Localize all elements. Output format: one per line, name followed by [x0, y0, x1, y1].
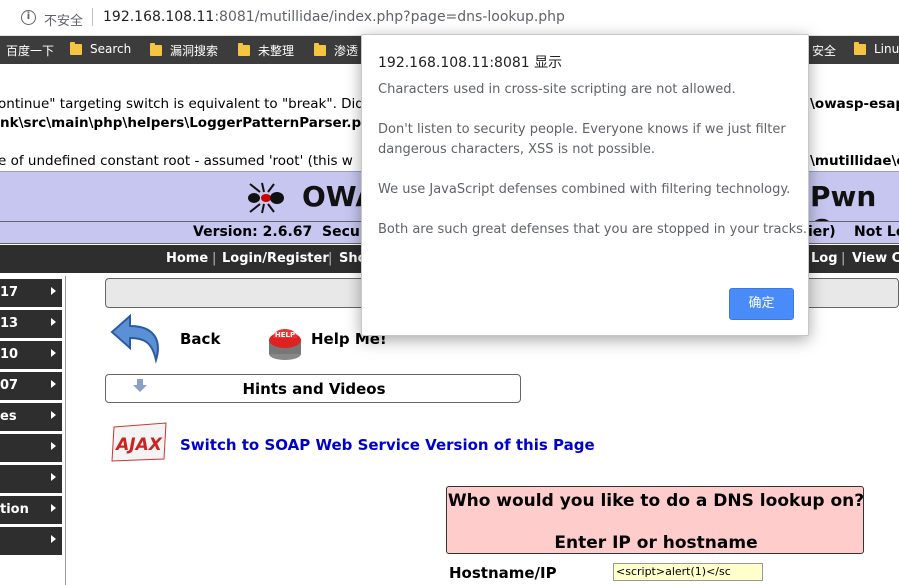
- bookmark-pentest[interactable]: 渗透: [314, 42, 358, 59]
- sidebar-item-documentation[interactable]: tion: [0, 496, 62, 524]
- chevron-right-icon: [51, 380, 56, 388]
- chevron-right-icon: [51, 411, 56, 419]
- hints-label: Hints and Videos: [242, 380, 386, 398]
- php-error-line-2: nk\src\main\php\helpers\LoggerPatternPar…: [0, 115, 381, 131]
- nav-login-register[interactable]: Login/Register: [222, 251, 329, 266]
- nav-separator: |: [328, 251, 333, 266]
- sidebar-item-owasp-2010[interactable]: 10: [0, 341, 62, 369]
- dialog-message-line: Both are such great defenses that you ar…: [378, 222, 808, 237]
- svg-text:HELP: HELP: [275, 331, 295, 339]
- folder-icon: [238, 43, 250, 56]
- login-status-text: Not Lo: [854, 224, 899, 240]
- chevron-right-icon: [51, 504, 56, 512]
- folder-icon: [854, 41, 866, 55]
- sidebar-item-6[interactable]: [0, 434, 62, 462]
- dns-question: Who would you like to do a DNS lookup on…: [447, 491, 865, 511]
- dialog-message-line: Don't listen to security people. Everyon…: [378, 122, 786, 137]
- dialog-message-line: dangerous characters, XSS is not possibl…: [378, 142, 655, 157]
- security-level-tail: ier): [808, 224, 836, 240]
- bookmark-search[interactable]: Search: [70, 41, 131, 56]
- dialog-message-line: Characters used in cross-site scripting …: [378, 82, 736, 97]
- sidebar-item-owasp-2007[interactable]: 07: [0, 372, 62, 400]
- chevron-right-icon: [51, 318, 56, 326]
- sidebar-item-owasp-2013[interactable]: 13: [0, 310, 62, 338]
- nav-separator: |: [841, 251, 846, 266]
- bookmark-vuln-search[interactable]: 漏洞搜索: [150, 42, 218, 59]
- ant-logo-icon: [248, 182, 284, 214]
- dialog-message-line: We use JavaScript defenses combined with…: [378, 182, 791, 197]
- svg-text:AJAX: AJAX: [114, 435, 163, 455]
- folder-icon: [150, 43, 162, 56]
- sidebar-item-9[interactable]: [0, 527, 62, 555]
- soap-service-link[interactable]: Switch to SOAP Web Service Version of th…: [180, 436, 595, 454]
- chevron-right-icon: [51, 473, 56, 481]
- sidebar-item-web-services[interactable]: es: [0, 403, 62, 431]
- chevron-right-icon: [51, 442, 56, 450]
- dialog-title: 192.168.108.11:8081 显示: [378, 55, 563, 71]
- bookmark-security[interactable]: 安全: [812, 42, 836, 59]
- ajax-logo-icon[interactable]: AJAX: [108, 419, 170, 465]
- hostname-input[interactable]: <script>alert(1)</sc: [613, 563, 763, 581]
- address-bar[interactable]: i 不安全 192.168.108.11:8081/mutillidae/ind…: [0, 0, 899, 36]
- nav-log[interactable]: Log: [811, 251, 838, 266]
- php-error-line-1: ontinue" targeting switch is equivalent …: [0, 96, 364, 112]
- nav-home[interactable]: Home: [166, 251, 208, 266]
- sidebar-menu: 17 13 10 07 es tion: [0, 276, 66, 585]
- url-text[interactable]: 192.168.108.11:8081/mutillidae/index.php…: [103, 9, 565, 25]
- help-button-icon[interactable]: HELP: [265, 320, 305, 362]
- nav-view[interactable]: View Co: [852, 251, 899, 266]
- dialog-ok-button[interactable]: 确定: [729, 288, 794, 320]
- hints-and-videos-toggle[interactable]: Hints and Videos: [105, 374, 521, 403]
- chevron-right-icon: [51, 349, 56, 357]
- bookmark-unsorted[interactable]: 未整理: [238, 42, 294, 59]
- bookmark-baidu[interactable]: 百度一下: [6, 42, 54, 59]
- chevron-right-icon: [51, 535, 56, 543]
- sidebar-item-owasp-2017[interactable]: 17: [0, 279, 62, 307]
- dns-instruction: Enter IP or hostname: [554, 533, 758, 553]
- url-separator: [92, 8, 93, 26]
- php-error-line-3-right: \mutillidae\c: [810, 153, 899, 169]
- back-arrow-icon[interactable]: [108, 312, 168, 366]
- php-error-line-1-right: \owasp-esap: [810, 96, 899, 112]
- chevron-right-icon: [51, 287, 56, 295]
- alert-dialog: 192.168.108.11:8081 显示 Characters used i…: [361, 34, 809, 336]
- hostname-label: Hostname/IP: [449, 564, 557, 582]
- back-button[interactable]: Back: [180, 330, 220, 348]
- security-status[interactable]: 不安全: [44, 10, 83, 29]
- version-text: Version: 2.6.67: [193, 224, 313, 240]
- folder-icon: [314, 43, 326, 56]
- info-icon[interactable]: i: [21, 10, 36, 25]
- php-error-line-3: e of undefined constant root - assumed '…: [0, 153, 353, 169]
- dns-lookup-header: Who would you like to do a DNS lookup on…: [446, 486, 864, 554]
- folder-icon: [70, 41, 82, 55]
- sidebar-item-7[interactable]: [0, 465, 62, 493]
- nav-separator: |: [212, 251, 217, 266]
- bookmark-linux[interactable]: Linu: [854, 41, 899, 56]
